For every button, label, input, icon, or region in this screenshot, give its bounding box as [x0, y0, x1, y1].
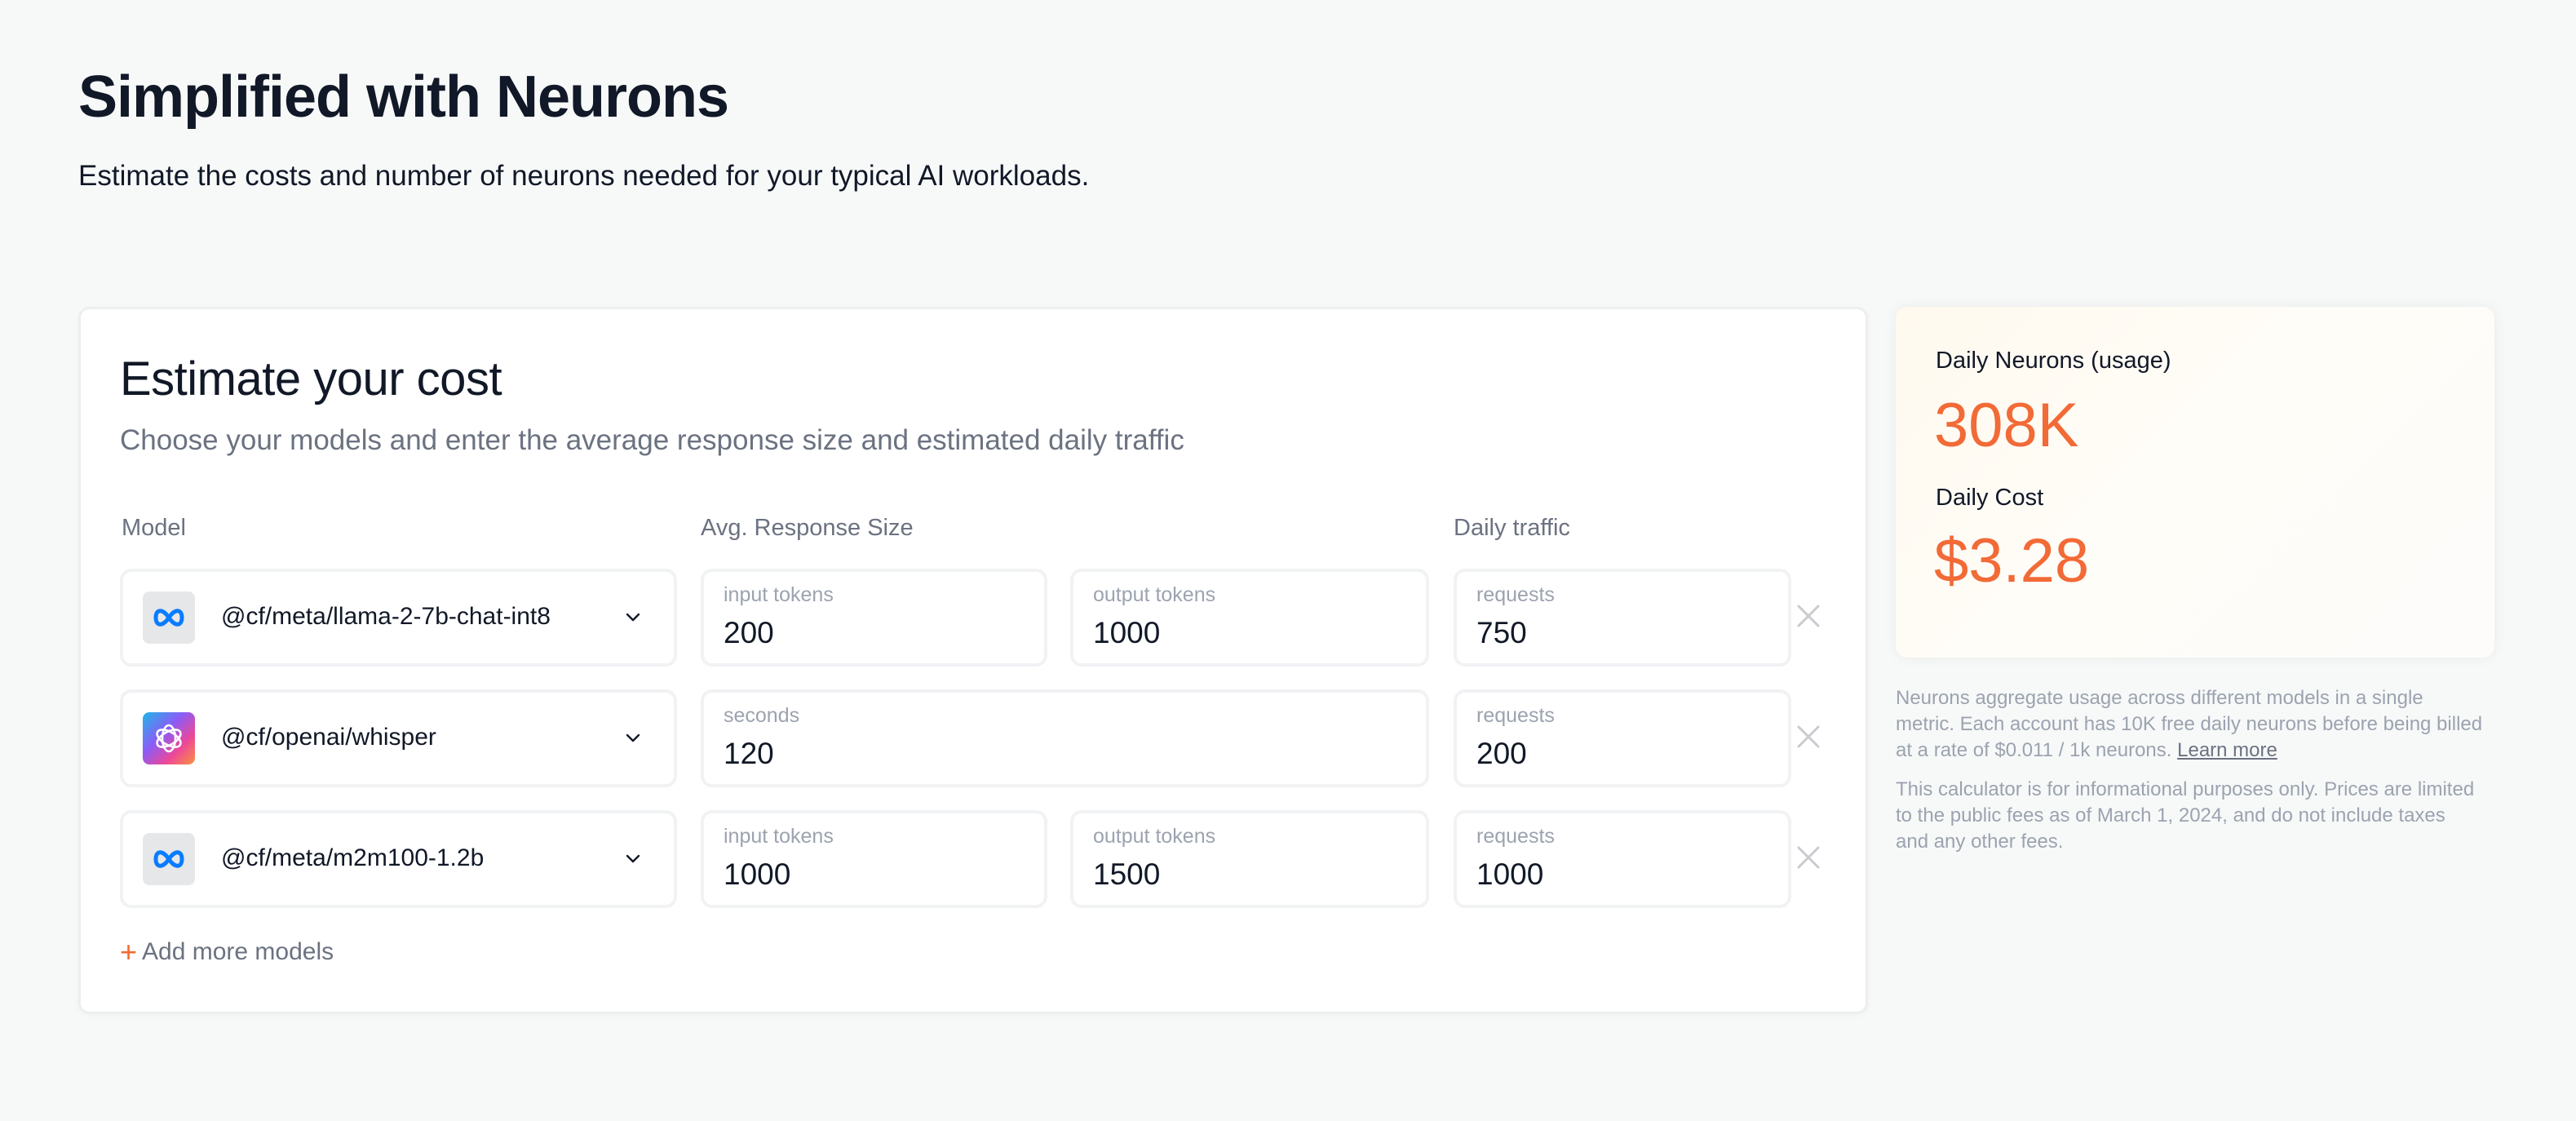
chevron-down-icon [626, 733, 640, 742]
output-tokens-input[interactable] [1093, 616, 1413, 650]
input-tokens-label: input tokens [724, 583, 834, 606]
input-tokens-label: input tokens [724, 825, 834, 848]
cost-estimator-card: Estimate your cost Choose your models an… [78, 307, 1868, 1014]
output-tokens-field: output tokens [1070, 569, 1429, 667]
neurons-info-note: Neurons aggregate usage across different… [1896, 685, 2483, 764]
model-row: @cf/meta/llama-2-7b-chat-int8 input toke… [81, 569, 1866, 667]
seconds-field: seconds [701, 689, 1429, 787]
requests-label: requests [1476, 825, 1555, 848]
requests-field: requests [1454, 810, 1791, 908]
input-tokens-field: input tokens [701, 569, 1047, 667]
requests-field: requests [1454, 689, 1791, 787]
openai-logo-icon [143, 712, 195, 764]
remove-row-button[interactable] [1794, 843, 1823, 872]
plus-icon: + [120, 935, 138, 968]
model-name: @cf/meta/llama-2-7b-chat-int8 [221, 603, 551, 630]
meta-logo-icon [143, 592, 195, 644]
learn-more-link[interactable]: Learn more [2177, 739, 2277, 761]
disclaimer-note: This calculator is for informational pur… [1896, 778, 2475, 853]
requests-label: requests [1476, 583, 1555, 606]
column-header-response-size: Avg. Response Size [701, 515, 914, 541]
card-title: Estimate your cost [120, 352, 502, 405]
output-tokens-input[interactable] [1093, 857, 1413, 892]
model-select[interactable]: @cf/meta/llama-2-7b-chat-int8 [120, 569, 677, 667]
page-subtitle: Estimate the costs and number of neurons… [78, 160, 1090, 192]
requests-field: requests [1454, 569, 1791, 667]
add-more-models-label: Add more models [142, 938, 334, 965]
daily-neurons-value: 308K [1934, 391, 2079, 460]
model-select[interactable]: @cf/openai/whisper [120, 689, 677, 787]
daily-neurons-label: Daily Neurons (usage) [1936, 348, 2171, 374]
requests-label: requests [1476, 704, 1555, 727]
chevron-down-icon [626, 854, 640, 863]
input-tokens-input[interactable] [724, 616, 1031, 650]
requests-input[interactable] [1476, 857, 1775, 892]
page-title: Simplified with Neurons [78, 64, 729, 130]
output-tokens-label: output tokens [1093, 583, 1216, 606]
model-name: @cf/openai/whisper [221, 724, 436, 751]
summary-card: Daily Neurons (usage) 308K Daily Cost $3… [1896, 307, 2494, 658]
column-header-daily-traffic: Daily traffic [1454, 515, 1570, 541]
card-subtitle: Choose your models and enter the average… [120, 424, 1184, 456]
model-select[interactable]: @cf/meta/m2m100-1.2b [120, 810, 677, 908]
meta-logo-icon [143, 833, 195, 885]
add-more-models-button[interactable]: + Add more models [120, 937, 334, 967]
column-header-model: Model [122, 515, 186, 541]
model-name: @cf/meta/m2m100-1.2b [221, 844, 485, 871]
daily-cost-value: $3.28 [1934, 526, 2090, 596]
output-tokens-field: output tokens [1070, 810, 1429, 908]
model-row: @cf/openai/whisper seconds requests [81, 689, 1866, 787]
output-tokens-label: output tokens [1093, 825, 1216, 848]
seconds-label: seconds [724, 704, 800, 727]
seconds-input[interactable] [724, 737, 1413, 771]
daily-cost-label: Daily Cost [1936, 485, 2044, 511]
requests-input[interactable] [1476, 616, 1775, 650]
remove-row-button[interactable] [1794, 722, 1823, 751]
chevron-down-icon [626, 613, 640, 622]
requests-input[interactable] [1476, 737, 1775, 771]
input-tokens-field: input tokens [701, 810, 1047, 908]
model-row: @cf/meta/m2m100-1.2b input tokens output… [81, 810, 1866, 908]
input-tokens-input[interactable] [724, 857, 1031, 892]
remove-row-button[interactable] [1794, 601, 1823, 631]
